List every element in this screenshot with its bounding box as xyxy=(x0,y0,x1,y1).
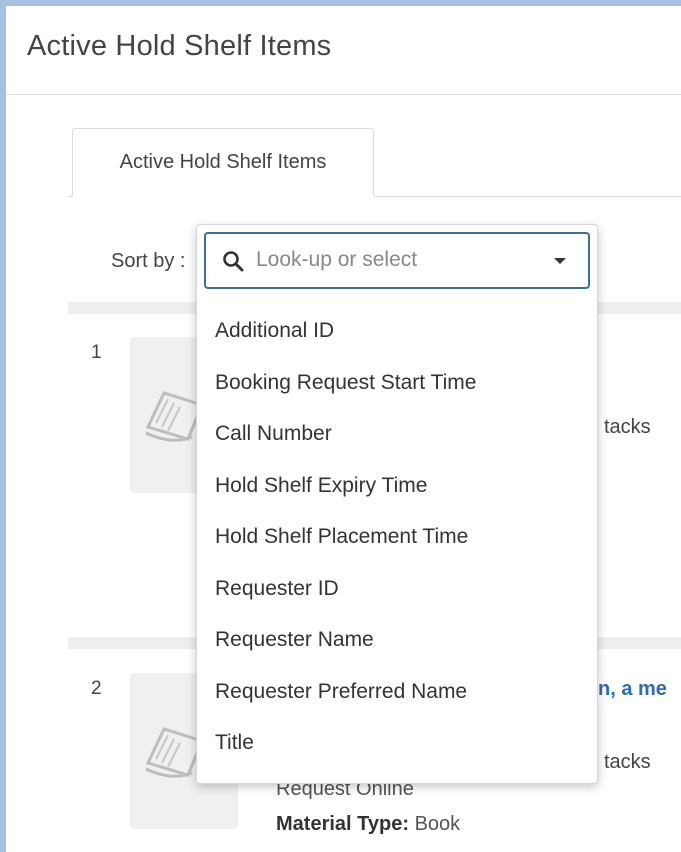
sort-by-label: Sort by : xyxy=(111,250,186,272)
sort-option-requester-id[interactable]: Requester ID xyxy=(197,563,597,615)
search-icon xyxy=(223,251,244,272)
sort-option-requester-preferred-name[interactable]: Requester Preferred Name xyxy=(197,666,597,718)
item-number: 2 xyxy=(91,678,102,699)
item-number: 1 xyxy=(91,342,102,363)
page-header: Active Hold Shelf Items xyxy=(6,6,681,95)
tab-active-hold-shelf-items[interactable]: Active Hold Shelf Items xyxy=(72,128,374,197)
sort-search-box[interactable] xyxy=(204,232,590,289)
sort-option-additional-id[interactable]: Additional ID xyxy=(197,305,597,357)
item-location-text: tacks xyxy=(604,416,651,438)
sort-option-hold-shelf-placement-time[interactable]: Hold Shelf Placement Time xyxy=(197,511,597,563)
sort-option-booking-request-start-time[interactable]: Booking Request Start Time xyxy=(197,357,597,409)
sort-option-hold-shelf-expiry-time[interactable]: Hold Shelf Expiry Time xyxy=(197,460,597,512)
sort-option-requester-name[interactable]: Requester Name xyxy=(197,614,597,666)
sort-by-dropdown[interactable]: Additional ID Booking Request Start Time… xyxy=(196,224,598,784)
item-location-text: tacks xyxy=(604,751,651,773)
sort-option-call-number[interactable]: Call Number xyxy=(197,408,597,460)
sort-search-input[interactable] xyxy=(256,242,546,278)
page-title: Active Hold Shelf Items xyxy=(27,30,332,62)
material-type-label: Material Type: xyxy=(276,813,409,835)
material-type-value: Book xyxy=(414,813,461,835)
sort-option-title[interactable]: Title xyxy=(197,717,597,769)
item-title-link[interactable]: n, a me xyxy=(598,678,667,701)
sort-options-list: Additional ID Booking Request Start Time… xyxy=(197,305,597,769)
chevron-down-icon[interactable] xyxy=(554,258,566,264)
window-frame-left xyxy=(0,0,6,852)
item-material-type: Material Type: Book xyxy=(276,813,460,836)
